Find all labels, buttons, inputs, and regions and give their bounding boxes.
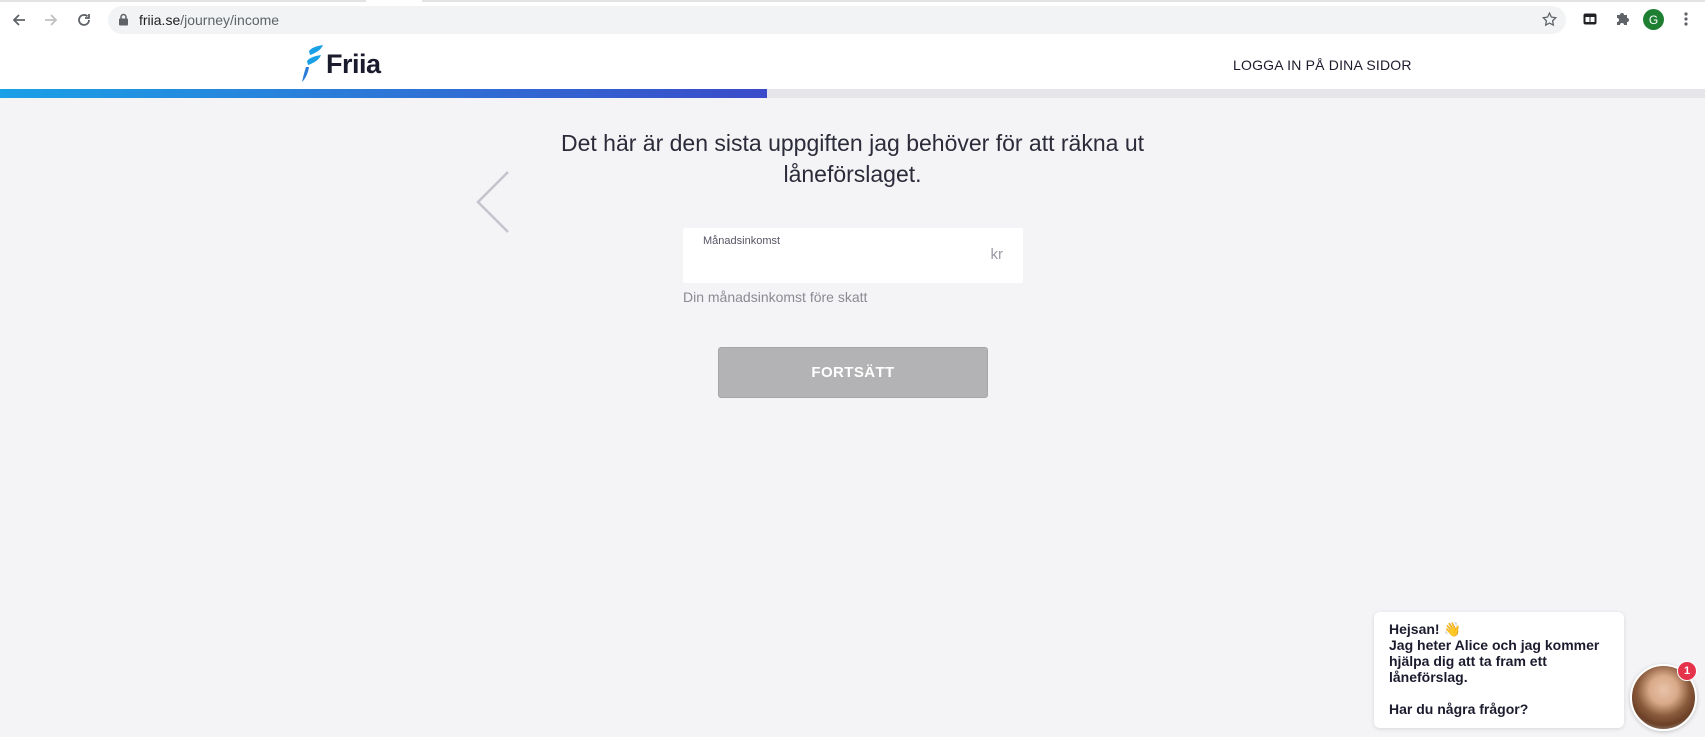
- url-path: /journey/income: [180, 12, 280, 28]
- chat-line: Har du några frågor?: [1389, 701, 1529, 717]
- page-question: Det här är den sista uppgiften jag behöv…: [560, 130, 1145, 187]
- reload-icon[interactable]: [72, 8, 96, 32]
- chat-message: Hejsan! 👋 Jag heter Alice och jag kommer…: [1389, 621, 1614, 717]
- chevron-left-icon[interactable]: [474, 170, 510, 239]
- url-host: friia.se: [139, 12, 181, 28]
- back-icon[interactable]: [7, 8, 31, 32]
- friia-logo-mark: [302, 45, 323, 82]
- site-header: Friia LOGGA IN PÅ DINA SIDOR: [0, 39, 1705, 89]
- extension-icon[interactable]: [1580, 9, 1600, 29]
- address-bar[interactable]: friia.se/journey/income: [108, 6, 1566, 34]
- chat-greeting-bubble[interactable]: Hejsan! 👋 Jag heter Alice och jag kommer…: [1374, 612, 1624, 728]
- continue-button[interactable]: FORTSÄTT: [718, 347, 988, 398]
- helper-text: Din månadsinkomst före skatt: [683, 289, 868, 305]
- income-field[interactable]: Månadsinkomst kr: [683, 228, 1023, 283]
- chat-line: Hejsan! 👋: [1389, 621, 1461, 637]
- forward-icon[interactable]: [39, 8, 63, 32]
- star-icon[interactable]: [1541, 11, 1558, 33]
- income-field-label: Månadsinkomst: [703, 235, 781, 247]
- chat-line: [1389, 685, 1614, 701]
- profile-avatar[interactable]: G: [1643, 9, 1664, 30]
- url-text[interactable]: friia.se/journey/income: [139, 12, 279, 28]
- logo-text: Friia: [326, 48, 381, 79]
- currency-unit: kr: [990, 246, 1004, 263]
- lock-icon[interactable]: [118, 13, 129, 31]
- chat-line: Jag heter Alice och jag kommer hjälpa di…: [1389, 637, 1600, 685]
- notification-badge: 1: [1677, 661, 1697, 681]
- income-input[interactable]: [703, 252, 963, 276]
- browser-toolbar: friia.se/journey/income G: [0, 0, 1705, 40]
- progress-fill: [0, 89, 768, 98]
- puzzle-icon[interactable]: [1612, 9, 1632, 29]
- progress-bar: [0, 89, 1705, 98]
- menu-icon[interactable]: [1676, 9, 1696, 29]
- login-link[interactable]: LOGGA IN PÅ DINA SIDOR: [1233, 57, 1412, 73]
- tab-strip: [0, 0, 1705, 2]
- friia-logo[interactable]: Friia: [302, 44, 381, 84]
- active-tab-indicator: [366, 0, 422, 2]
